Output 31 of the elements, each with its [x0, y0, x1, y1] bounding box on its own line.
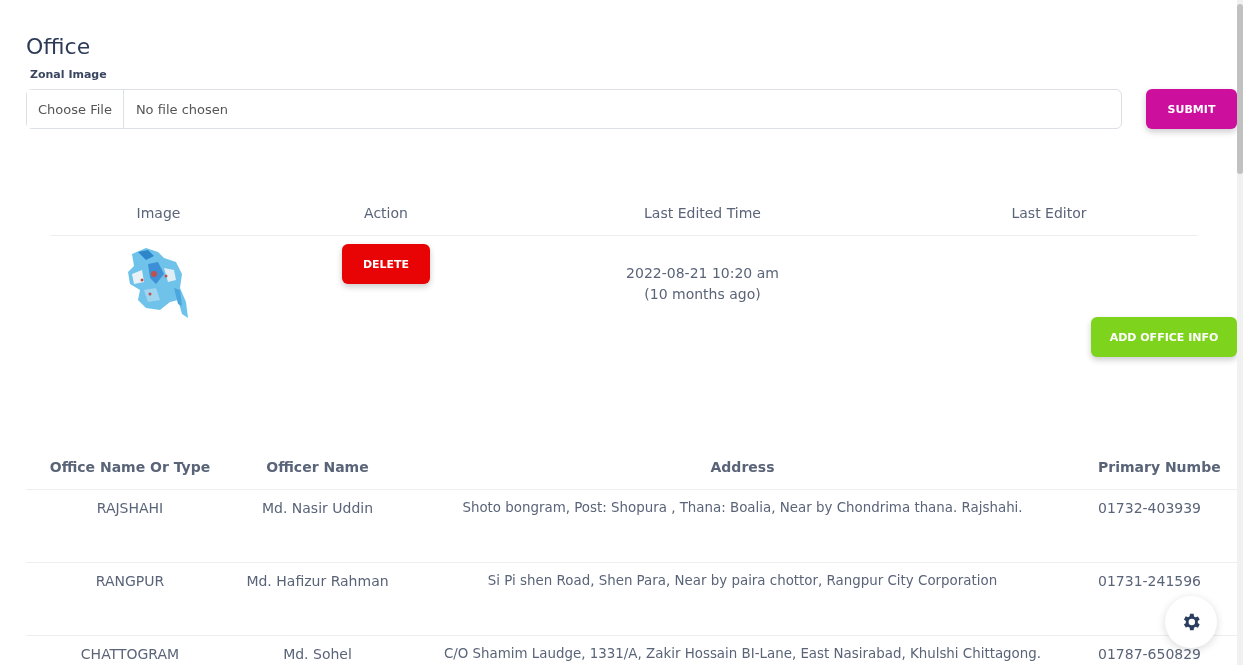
column-header: Officer Name: [266, 459, 369, 475]
table-cell: RANGPUR: [95, 573, 165, 589]
column-header: Last Edited Time: [643, 205, 762, 221]
column-header: Action: [363, 205, 409, 221]
edited-ago: (10 months ago): [644, 286, 761, 302]
column-header: Primary Numbe: [1098, 459, 1221, 475]
file-status: No file chosen: [134, 101, 228, 117]
choose-file-button[interactable]: Choose File: [27, 90, 124, 128]
column-header: Address: [710, 459, 775, 475]
file-input-field[interactable]: Choose File No file chosen: [26, 89, 1122, 129]
column-header: Office Name Or Type: [49, 459, 211, 475]
settings-button[interactable]: [1165, 596, 1217, 648]
page-title: Office: [26, 33, 92, 61]
table-cell: Md. Nasir Uddin: [261, 500, 374, 516]
column-header: Image: [135, 205, 182, 221]
table-cell: Si Pi shen Road, Shen Para, Near by paira chottor, Rangpur City Corporation: [487, 573, 998, 588]
table-cell: 01787-650829: [1098, 646, 1202, 662]
table-cell: CHATTOGRAM: [80, 646, 180, 662]
table-cell: Md. Sohel: [283, 646, 352, 662]
table-cell: 01732-403939: [1098, 500, 1202, 516]
table-cell: Shoto bongram, Post: Shopura , Thana: Boalia, Near by Chondrima thana. Rajshahi.: [462, 500, 1023, 515]
column-header: Last Editor: [1010, 205, 1088, 221]
table-cell: RAJSHAHI: [96, 500, 164, 516]
delete-button[interactable]: DELETE: [342, 244, 430, 284]
submit-button[interactable]: SUBMIT: [1146, 89, 1237, 129]
scrollbar[interactable]: [1237, 0, 1243, 665]
table-cell: Md. Hafizur Rahman: [246, 573, 389, 589]
field-label: Zonal Image: [30, 68, 108, 81]
table-cell: 01731-241596: [1098, 573, 1202, 589]
edited-date: 2022-08-21 10:20 am: [626, 265, 779, 281]
table-cell: C/O Shamim Laudge, 1331/A, Zakir Hossain BI-Lane, East Nasirabad, Khulshi Chittagong.: [443, 646, 1042, 661]
